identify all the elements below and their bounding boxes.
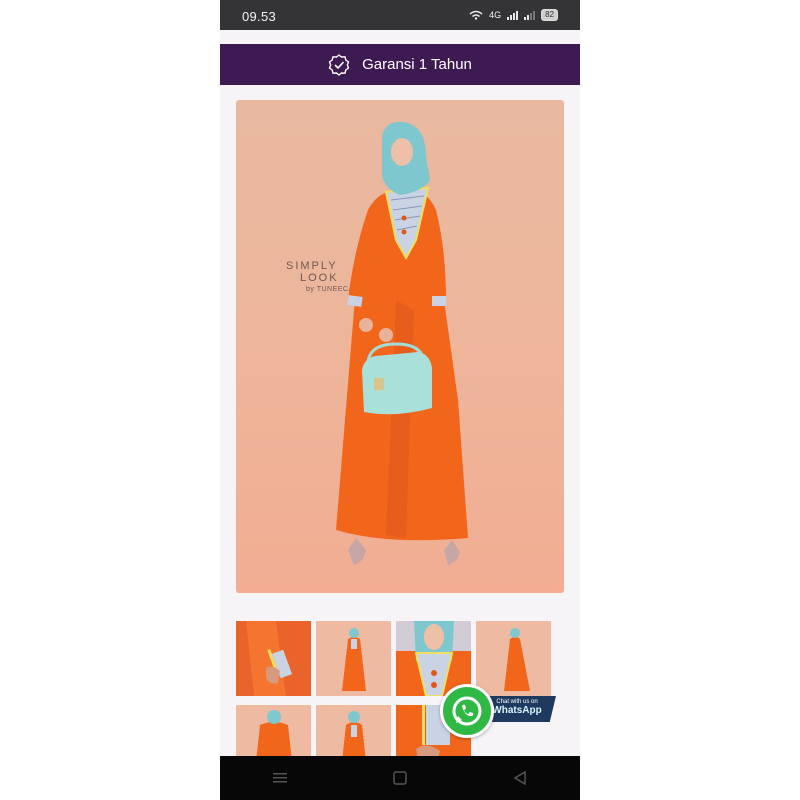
whatsapp-icon — [440, 684, 494, 738]
system-nav-bar — [220, 756, 580, 800]
thumbnail-2-full-front[interactable] — [316, 621, 391, 696]
model-figure — [336, 121, 468, 565]
whatsapp-chat-button[interactable]: Chat with us on WhatsApp — [440, 684, 560, 738]
battery-icon: 82 — [541, 9, 558, 21]
product-main-image[interactable]: SIMPLY LOOK by TUNEECA — [236, 100, 564, 593]
thumbnail-1-sleeve-detail[interactable] — [236, 621, 311, 696]
cell-signal-icon — [507, 10, 519, 20]
badge-check-icon — [328, 53, 350, 76]
menu-icon[interactable] — [260, 763, 300, 793]
back-icon[interactable] — [500, 763, 540, 793]
warranty-label: Garansi 1 Tahun — [362, 56, 472, 73]
network-label: 4G — [489, 10, 502, 20]
phone-screen: 09.53 4G 82 Garansi 1 Tahun SIMPLY LOOK … — [220, 0, 580, 800]
cell-signal-2-icon — [524, 10, 536, 20]
whatsapp-phone-glyph — [452, 696, 482, 726]
status-bar: 09.53 4G 82 — [220, 0, 580, 30]
home-icon[interactable] — [380, 763, 420, 793]
status-time: 09.53 — [242, 9, 277, 24]
status-icons: 4G 82 — [469, 9, 558, 21]
thumbnail-art — [236, 621, 311, 696]
thumbnail-art — [316, 621, 391, 696]
warranty-banner: Garansi 1 Tahun — [220, 44, 580, 85]
wifi-signal-icon — [469, 10, 483, 20]
